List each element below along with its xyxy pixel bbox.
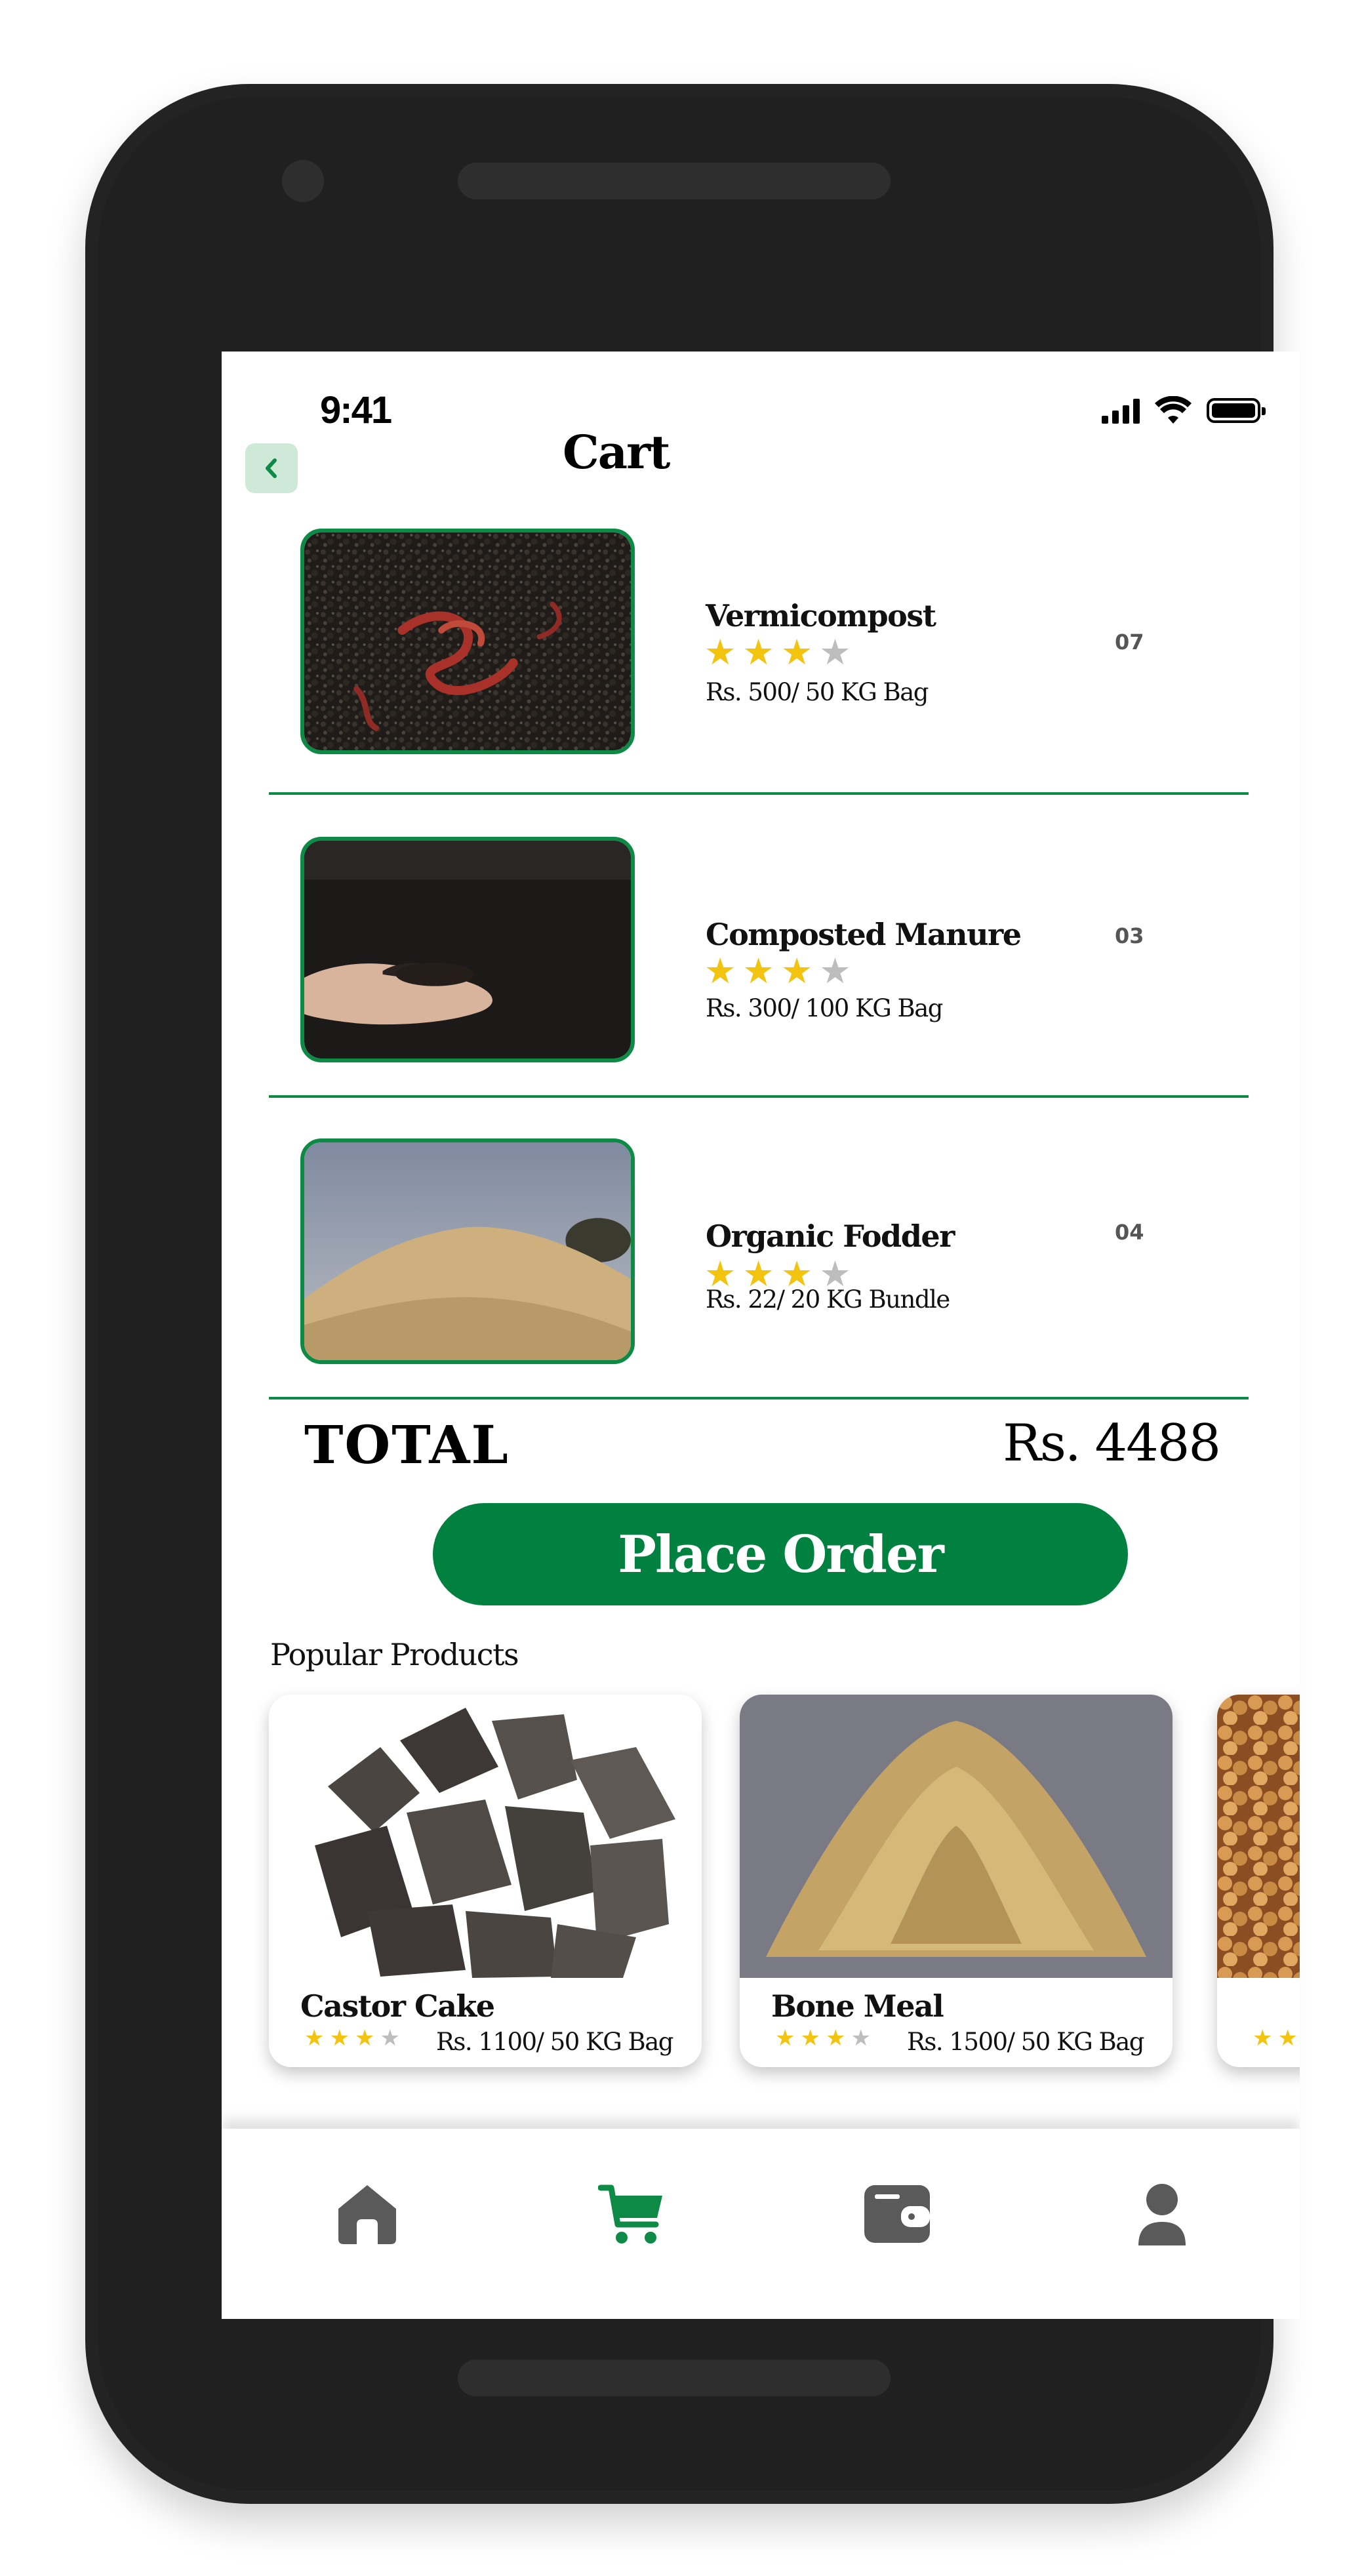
chickpea-image [1217, 1695, 1300, 1978]
rating-stars: ★ ★ ★ ★ [775, 2026, 871, 2050]
rating-stars: ★ ★ ★ ★ [704, 635, 851, 670]
star-filled-icon: ★ [825, 2025, 846, 2051]
cart-item-quantity[interactable]: 04 [1115, 1220, 1144, 1245]
earpiece-speaker [458, 163, 891, 199]
cart-item-quantity[interactable]: 03 [1115, 923, 1144, 948]
rating-stars: ★ ★ ★ ★ [304, 2026, 400, 2050]
product-price: Rs. 1100/ 50 KG Bag [436, 2028, 674, 2056]
star-filled-icon: ★ [742, 632, 774, 673]
cart-icon [598, 2184, 662, 2244]
nav-cart[interactable] [586, 2168, 678, 2260]
rating-stars: ★ ★ ★ ★ [704, 954, 851, 989]
chevron-left-icon [266, 458, 277, 478]
star-empty-icon: ★ [819, 950, 851, 992]
star-filled-icon: ★ [304, 2025, 325, 2051]
user-icon [1138, 2184, 1186, 2245]
home-icon [338, 2185, 396, 2244]
star-empty-icon: ★ [819, 632, 851, 673]
bone-meal-image [740, 1695, 1173, 1978]
star-filled-icon: ★ [704, 632, 736, 673]
front-camera [282, 160, 324, 202]
star-filled-icon: ★ [780, 632, 813, 673]
star-empty-icon: ★ [380, 2025, 400, 2051]
cart-item-quantity[interactable]: 07 [1115, 630, 1144, 654]
product-price: Rs. 1500/ 50 KG Bag [907, 2028, 1145, 2056]
back-button[interactable] [245, 443, 298, 493]
nav-profile[interactable] [1116, 2168, 1208, 2260]
place-order-button[interactable]: Place Order [433, 1503, 1128, 1605]
cart-item-price: Rs. 500/ 50 KG Bag [706, 678, 929, 706]
rating-stars: ★ ★ ★ ★ [1253, 2026, 1300, 2050]
star-filled-icon: ★ [704, 950, 736, 992]
status-icons [1102, 395, 1266, 426]
star-filled-icon: ★ [800, 2025, 820, 2051]
divider [269, 1095, 1249, 1098]
star-filled-icon: ★ [1277, 2025, 1298, 2051]
phone-frame: 9:41 Cart Vermicompost ★ ★ ★ ★ Rs. 500/ … [85, 84, 1300, 2504]
divider [269, 792, 1249, 795]
star-filled-icon: ★ [354, 2025, 375, 2051]
battery-icon [1207, 398, 1266, 423]
castor-cake-image [269, 1695, 702, 1978]
star-filled-icon: ★ [780, 950, 813, 992]
product-name: Bone Meal [771, 1988, 944, 2024]
product-name: Castor Cake [300, 1988, 495, 2024]
page-title: Cart [563, 425, 670, 479]
star-filled-icon: ★ [329, 2025, 350, 2051]
signal-icon [1102, 397, 1140, 424]
product-card[interactable]: Castor Cake ★ ★ ★ ★ Rs. 1100/ 50 KG Bag [269, 1695, 702, 2067]
bottom-nav [222, 2129, 1300, 2319]
wallet-icon [864, 2185, 930, 2243]
organic-fodder-image [300, 1138, 635, 1364]
popular-products-title: Popular Products [270, 1637, 519, 1672]
nav-wallet[interactable] [851, 2168, 943, 2260]
app-screen: 9:41 Cart Vermicompost ★ ★ ★ ★ Rs. 500/ … [222, 352, 1300, 2319]
cart-item-name: Organic Fodder [706, 1218, 955, 1254]
total-value: Rs. 4488 [1003, 1414, 1221, 1473]
star-filled-icon: ★ [1253, 2025, 1273, 2051]
cart-item-name: Composted Manure [706, 917, 1022, 952]
vermicompost-image [300, 529, 635, 754]
divider [269, 1397, 1249, 1399]
star-empty-icon: ★ [851, 2025, 871, 2051]
status-time: 9:41 [320, 389, 392, 432]
cart-item-price: Rs. 22/ 20 KG Bundle [706, 1285, 950, 1314]
total-label: TOTAL [304, 1414, 510, 1476]
composted-manure-image [300, 837, 635, 1062]
nav-home[interactable] [321, 2168, 413, 2260]
product-card[interactable]: ★ ★ ★ ★ [1217, 1695, 1300, 2067]
product-card[interactable]: Bone Meal ★ ★ ★ ★ Rs. 1500/ 50 KG Bag [740, 1695, 1173, 2067]
cart-item-price: Rs. 300/ 100 KG Bag [706, 994, 944, 1022]
cart-item-name: Vermicompost [706, 598, 936, 634]
wifi-icon [1155, 396, 1192, 424]
star-filled-icon: ★ [775, 2025, 795, 2051]
bottom-speaker [458, 2360, 891, 2396]
star-filled-icon: ★ [742, 950, 774, 992]
